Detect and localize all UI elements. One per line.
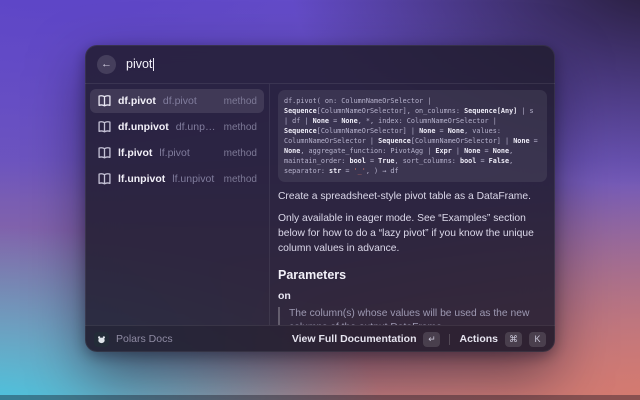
cmd-key-badge: ⌘: [505, 332, 522, 347]
result-type-badge: method: [224, 148, 257, 159]
book-icon: [97, 94, 111, 108]
results-list: df.pivot df.pivot method df.unpivot df.u…: [85, 84, 270, 325]
result-alias: lf.unpivot: [172, 173, 216, 185]
search-input[interactable]: pivot: [126, 57, 154, 71]
result-type-badge: method: [224, 96, 257, 107]
result-type-badge: method: [224, 174, 257, 185]
result-alias: lf.pivot: [159, 147, 216, 159]
text-caret: [153, 58, 154, 71]
book-icon: [97, 172, 111, 186]
app-name: Polars Docs: [116, 333, 173, 345]
result-title: df.unpivot: [118, 121, 169, 133]
result-alias: df.unpivot: [176, 121, 217, 133]
result-alias: df.pivot: [163, 95, 217, 107]
result-title: lf.unpivot: [118, 173, 165, 185]
list-item-lf-unpivot[interactable]: lf.unpivot lf.unpivot method: [90, 167, 264, 191]
detail-panel: df.pivot( on: ColumnNameOrSelector | Seq…: [270, 84, 555, 325]
result-type-badge: method: [224, 122, 257, 133]
description-paragraph: Create a spreadsheet-style pivot table a…: [278, 189, 547, 204]
list-item-df-unpivot[interactable]: df.unpivot df.unpivot method: [90, 115, 264, 139]
actions-button[interactable]: Actions: [459, 333, 498, 345]
enter-key-badge: ↵: [423, 332, 440, 347]
search-query: pivot: [126, 57, 152, 71]
result-title: lf.pivot: [118, 147, 152, 159]
result-title: df.pivot: [118, 95, 156, 107]
raycast-window: ← pivot df.pivot df.pivot method df.unpi…: [85, 45, 555, 352]
description-paragraph: Only available in eager mode. See “Examp…: [278, 211, 547, 256]
view-full-documentation-button[interactable]: View Full Documentation: [292, 333, 417, 345]
search-bar: ← pivot: [85, 45, 555, 84]
wallpaper-bottom-strip: [0, 395, 640, 400]
action-bar: Polars Docs View Full Documentation ↵ Ac…: [85, 325, 555, 352]
parameters-heading: Parameters: [278, 268, 547, 282]
list-item-df-pivot[interactable]: df.pivot df.pivot method: [90, 89, 264, 113]
polars-logo-icon: [94, 332, 109, 347]
footer-divider: [449, 334, 450, 345]
param-description: The column(s) whose values will be used …: [278, 307, 547, 325]
k-key-badge: K: [529, 332, 546, 347]
book-icon: [97, 146, 111, 160]
window-body: df.pivot df.pivot method df.unpivot df.u…: [85, 84, 555, 325]
signature-code-block: df.pivot( on: ColumnNameOrSelector | Seq…: [278, 90, 547, 182]
back-arrow-icon: ←: [101, 59, 112, 70]
back-button[interactable]: ←: [97, 55, 116, 74]
param-name: on: [278, 290, 547, 302]
book-icon: [97, 120, 111, 134]
list-item-lf-pivot[interactable]: lf.pivot lf.pivot method: [90, 141, 264, 165]
